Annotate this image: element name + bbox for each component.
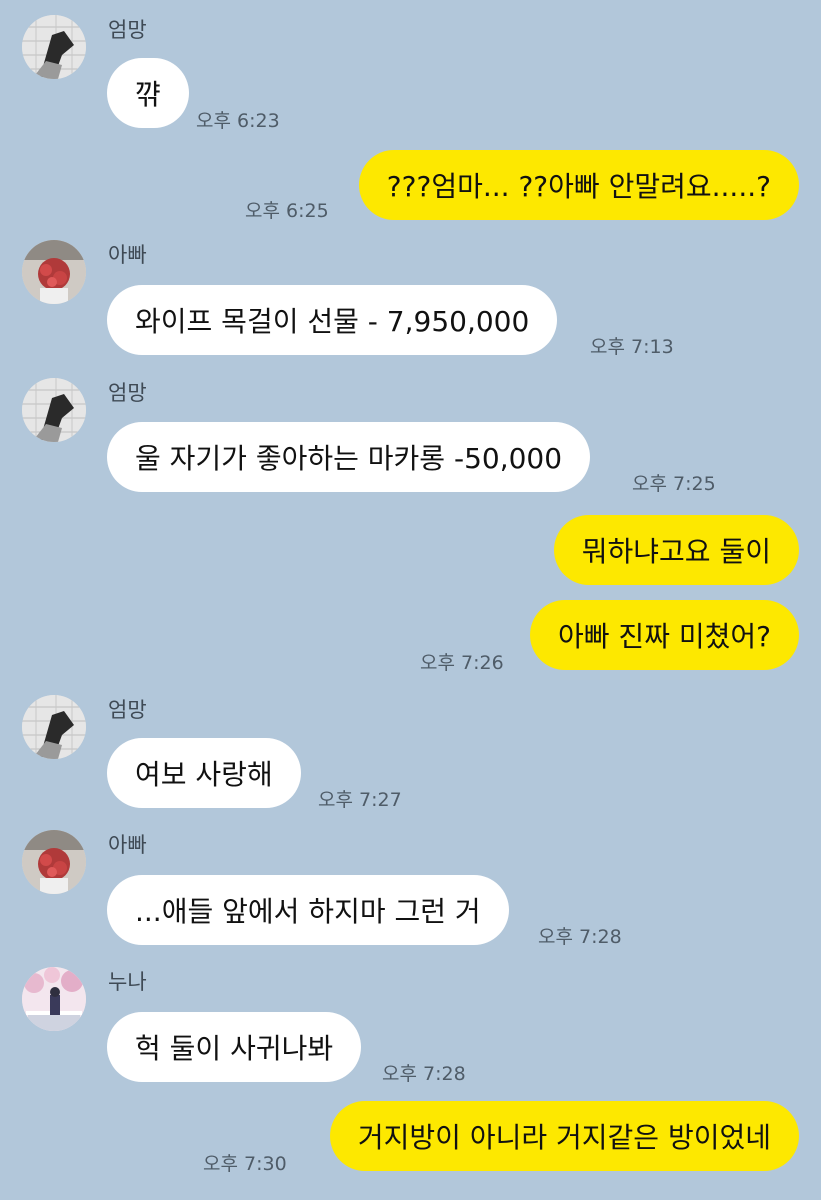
avatar-dad[interactable] <box>22 830 86 894</box>
message-bubble[interactable]: 와이프 목걸이 선물 - 7,950,000 <box>107 285 558 355</box>
message-time: 오후 7:25 <box>632 473 716 495</box>
avatar-sister[interactable] <box>22 967 86 1031</box>
message-time: 오후 7:30 <box>203 1153 287 1175</box>
message-time: 오후 7:27 <box>318 789 402 811</box>
message-time: 오후 6:23 <box>196 110 280 132</box>
message-time: 오후 7:26 <box>420 652 504 674</box>
message-bubble[interactable]: 여보 사랑해 <box>107 738 301 808</box>
message-bubble[interactable]: 울 자기가 좋아하는 마카롱 -50,000 <box>107 422 591 492</box>
message-bubble[interactable]: ...애들 앞에서 하지마 그런 거 <box>107 875 509 945</box>
message-time: 오후 7:28 <box>538 926 622 948</box>
message-bubble[interactable]: 헉 둘이 사귀나봐 <box>107 1012 362 1082</box>
avatar-mom[interactable] <box>22 15 86 79</box>
avatar-dad[interactable] <box>22 240 86 304</box>
sender-name-mom: 엄망 <box>108 698 147 722</box>
sender-name-dad: 아빠 <box>108 243 147 267</box>
sender-name-dad: 아빠 <box>108 833 147 857</box>
message-bubble[interactable]: 아빠 진짜 미쳤어? <box>530 600 799 670</box>
message-time: 오후 7:28 <box>382 1063 466 1085</box>
avatar-mom[interactable] <box>22 695 86 759</box>
message-bubble[interactable]: 꺆 <box>107 58 189 128</box>
message-bubble[interactable]: 뭐하냐고요 둘이 <box>553 515 799 585</box>
message-time: 오후 7:13 <box>590 336 674 358</box>
message-bubble[interactable]: ???엄마... ??아빠 안말려요.....? <box>358 150 799 220</box>
sender-name-mom: 엄망 <box>108 18 147 42</box>
message-time: 오후 6:25 <box>245 200 329 222</box>
sender-name-sister: 누나 <box>108 970 147 994</box>
message-bubble[interactable]: 거지방이 아니라 거지같은 방이었네 <box>329 1101 799 1171</box>
sender-name-mom: 엄망 <box>108 381 147 405</box>
avatar-mom[interactable] <box>22 378 86 442</box>
